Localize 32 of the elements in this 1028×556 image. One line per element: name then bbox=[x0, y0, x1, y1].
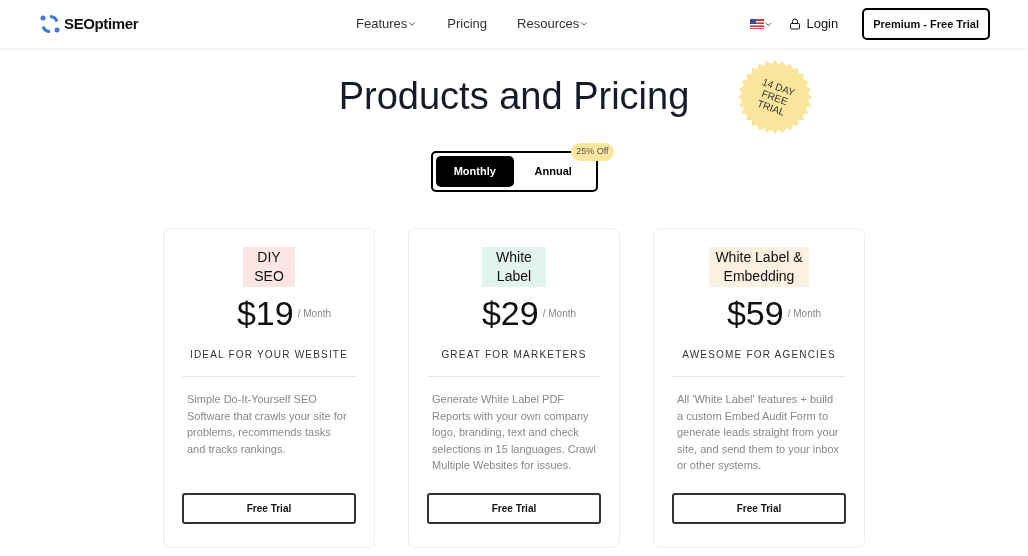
price-period: / Month bbox=[542, 307, 577, 321]
trial-sticker: 14 DAY FREE TRIAL bbox=[738, 60, 812, 134]
plan-tagline: AWESOME FOR AGENCIES bbox=[682, 348, 836, 362]
plan-description: Simple Do-It-Yourself SEO Software that crawls your site for problems, recommends tasks and tracks rankings. bbox=[186, 392, 348, 457]
nav-link[interactable]: Pricing bbox=[447, 14, 488, 34]
plan-name: White Label & Embedding bbox=[709, 247, 809, 287]
plan-description: Generate White Label PDF Reports with your own company logo, branding, text and check selections in 15 languages. Crawl Multiple Websites for issues. bbox=[431, 392, 597, 473]
lock-icon bbox=[789, 18, 802, 30]
page-title: Products and Pricing bbox=[338, 74, 690, 119]
free-trial-button[interactable]: Free Trial bbox=[182, 493, 356, 524]
plan-name: DIY SEO bbox=[243, 247, 295, 287]
nav-link[interactable]: Features bbox=[356, 14, 418, 34]
free-trial-button[interactable]: Premium - Free Trial bbox=[862, 8, 990, 40]
price-period: / Month bbox=[787, 307, 822, 321]
flag-button[interactable] bbox=[750, 19, 774, 29]
plan-description: All 'White Label' features + build a custom Embed Audit Form to generate leads straight from your site, and send them to your inbox or other systems. bbox=[676, 392, 841, 473]
free-trial-button[interactable]: Free Trial bbox=[672, 493, 846, 524]
discount-badge: 25% Off bbox=[571, 143, 614, 161]
billing-tab[interactable]: Monthly bbox=[435, 156, 514, 187]
brand-name[interactable]: SEOptimer bbox=[64, 12, 139, 36]
plan-price: $59 bbox=[726, 293, 784, 333]
plan-price: $19 bbox=[236, 293, 294, 333]
plan-price: $29 bbox=[481, 293, 539, 333]
flag-icon bbox=[750, 19, 765, 29]
plan-tagline: GREAT FOR MARKETERS bbox=[441, 348, 587, 362]
nav-link[interactable]: Resources bbox=[517, 14, 590, 34]
plan-tagline: IDEAL FOR YOUR WEBSITE bbox=[189, 348, 349, 362]
login-link[interactable]: Login bbox=[789, 14, 839, 34]
price-period: / Month bbox=[297, 307, 332, 321]
logo-icon bbox=[38, 12, 62, 36]
plan-name: White Label bbox=[482, 247, 546, 287]
free-trial-button[interactable]: Free Trial bbox=[427, 493, 601, 524]
